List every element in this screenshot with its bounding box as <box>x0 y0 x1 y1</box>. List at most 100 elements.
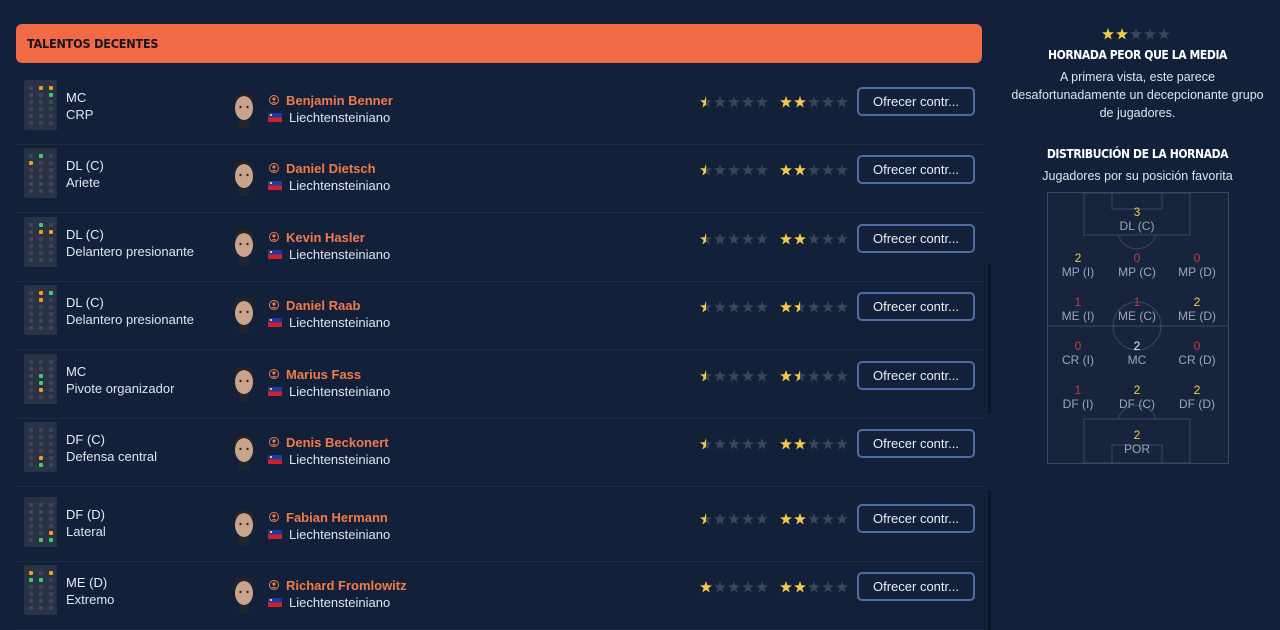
player-face-icon <box>235 510 253 545</box>
pitch-lines <box>1048 193 1228 463</box>
position-dot <box>49 121 53 125</box>
player-row[interactable]: DL (C) Delantero presionante Kevin Hasle… <box>16 217 984 282</box>
star-icon <box>780 164 792 176</box>
row-divider <box>16 561 984 562</box>
talent-list-panel: TALENTOS DECENTES MC CRP Benjamin Benner… <box>16 24 991 630</box>
position-dot <box>49 189 53 193</box>
star-icon <box>794 301 806 313</box>
offer-contract-button[interactable]: Ofrecer contr... <box>857 361 975 390</box>
position-dot <box>39 319 43 323</box>
position-dot <box>49 449 53 453</box>
position-zone: 2 DF (D) <box>1167 383 1227 411</box>
position-dot <box>29 442 33 446</box>
row-divider <box>16 418 984 419</box>
star-icon <box>714 438 726 450</box>
zone-label: DF (D) <box>1179 397 1215 411</box>
player-name-link[interactable]: Daniel Dietsch <box>286 161 376 176</box>
position-dot <box>49 182 53 186</box>
player-name-link[interactable]: Benjamin Benner <box>286 93 393 108</box>
section-header: TALENTOS DECENTES <box>16 24 982 63</box>
star-icon <box>756 438 768 450</box>
position-dot <box>29 258 33 262</box>
liechtenstein-flag-icon <box>268 113 282 122</box>
star-icon <box>742 513 754 525</box>
player-row[interactable]: DF (C) Defensa central Denis Beckonert L… <box>16 422 984 487</box>
star-icon <box>700 370 712 382</box>
position-zone: 0 MP (D) <box>1167 251 1227 279</box>
player-name-link[interactable]: Marius Fass <box>286 367 361 382</box>
zone-count: 2 <box>1133 428 1141 442</box>
position-dot <box>39 463 43 467</box>
player-name-link[interactable]: Daniel Raab <box>286 298 360 313</box>
position-dot <box>49 503 53 507</box>
star-icon <box>794 513 806 525</box>
star-icon <box>742 233 754 245</box>
position-dot <box>39 538 43 542</box>
offer-contract-button[interactable]: Ofrecer contr... <box>857 292 975 321</box>
offer-contract-button[interactable]: Ofrecer contr... <box>857 504 975 533</box>
player-row[interactable]: DL (C) Delantero presionante Daniel Raab… <box>16 285 984 350</box>
current-ability-stars <box>700 370 769 382</box>
position-dot <box>49 154 53 158</box>
offer-contract-button[interactable]: Ofrecer contr... <box>857 155 975 184</box>
player-row[interactable]: DL (C) Ariete Daniel Dietsch Liechtenste… <box>16 148 984 213</box>
star-icon <box>714 513 726 525</box>
star-icon <box>822 513 834 525</box>
position-dot <box>39 182 43 186</box>
zone-label: ME (C) <box>1118 309 1156 323</box>
position-dot <box>49 175 53 179</box>
player-row[interactable]: ME (D) Extremo Richard Fromlowitz Liecht… <box>16 565 984 630</box>
position-dot <box>39 168 43 172</box>
player-row[interactable]: DF (D) Lateral Fabian Hermann Liechtenst… <box>16 497 984 562</box>
zone-count: 1 <box>1074 383 1082 397</box>
position-dot <box>39 592 43 596</box>
player-role: Lateral <box>66 524 106 539</box>
position-zone: 1 DF (I) <box>1048 383 1108 411</box>
star-icon <box>822 233 834 245</box>
player-name-link[interactable]: Denis Beckonert <box>286 435 389 450</box>
player-name-link[interactable]: Fabian Hermann <box>286 510 388 525</box>
position-dot <box>29 606 33 610</box>
star-icon <box>700 581 712 593</box>
offer-contract-button[interactable]: Ofrecer contr... <box>857 572 975 601</box>
star-icon <box>808 233 820 245</box>
current-ability-stars <box>700 581 769 593</box>
position-zone: 1 ME (I) <box>1048 295 1108 323</box>
intake-verdict-text: A primera vista, este parece desafortuna… <box>1011 70 1264 120</box>
position-dot <box>39 244 43 248</box>
position-dot <box>29 154 33 158</box>
star-icon <box>728 164 740 176</box>
player-row[interactable]: MC Pivote organizador Marius Fass Liecht… <box>16 354 984 419</box>
position-dot <box>29 182 33 186</box>
star-icon <box>728 233 740 245</box>
player-nationality: Liechtensteiniano <box>289 110 391 125</box>
position-dot <box>49 381 53 385</box>
position-dot <box>49 442 53 446</box>
zone-count: 3 <box>1133 205 1141 219</box>
row-divider <box>16 144 984 145</box>
player-role: Extremo <box>66 592 115 607</box>
star-icon <box>700 233 712 245</box>
position-dot <box>49 592 53 596</box>
star-icon <box>822 96 834 108</box>
position-dot <box>49 100 53 104</box>
position-dot <box>39 298 43 302</box>
row-divider <box>16 349 984 350</box>
scrollbar-track[interactable] <box>988 264 991 414</box>
offer-contract-button[interactable]: Ofrecer contr... <box>857 224 975 253</box>
offer-contract-button[interactable]: Ofrecer contr... <box>857 429 975 458</box>
scout-person-icon <box>269 580 279 590</box>
player-name-link[interactable]: Kevin Hasler <box>286 230 365 245</box>
star-icon <box>742 96 754 108</box>
player-row[interactable]: MC CRP Benjamin Benner Liechtensteiniano… <box>16 80 984 145</box>
position-dot <box>49 319 53 323</box>
star-icon <box>808 370 820 382</box>
star-icon <box>1116 28 1128 40</box>
offer-contract-button[interactable]: Ofrecer contr... <box>857 87 975 116</box>
star-icon <box>822 370 834 382</box>
scout-person-icon <box>269 232 279 242</box>
player-name-link[interactable]: Richard Fromlowitz <box>286 578 407 593</box>
position-dot <box>49 251 53 255</box>
position-dot <box>29 100 33 104</box>
scrollbar-track-lower[interactable] <box>988 490 991 630</box>
